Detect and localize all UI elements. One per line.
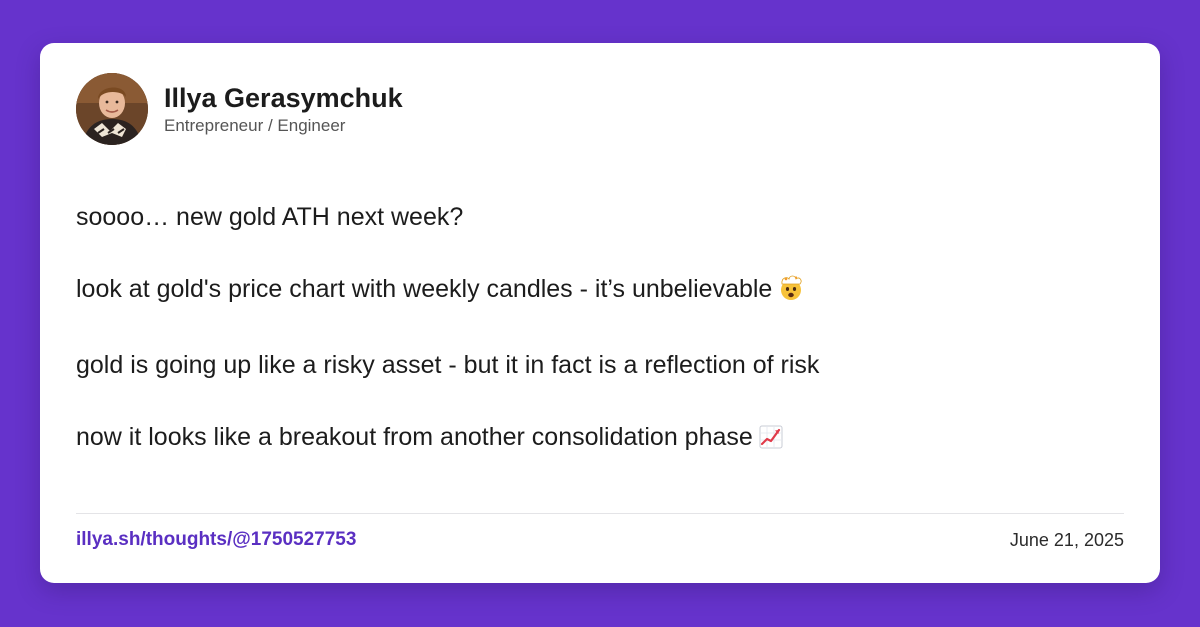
chart-increasing-icon — [759, 423, 783, 459]
post-line-text: soooo… new gold ATH next week? — [76, 203, 464, 231]
post-line: look at gold's price chart with weekly c… — [76, 271, 1116, 311]
post-body: soooo… new gold ATH next week? look at g… — [76, 199, 1116, 495]
post-line: soooo… new gold ATH next week? — [76, 199, 1116, 235]
post-footer: illya.sh/thoughts/@1750527753 June 21, 2… — [76, 529, 1124, 551]
post-line-text: gold is going up like a risky asset - bu… — [76, 351, 820, 379]
author-role: Entrepreneur / Engineer — [164, 115, 346, 135]
avatar[interactable] — [76, 73, 148, 145]
post-date: June 21, 2025 — [1009, 529, 1124, 550]
post-line: gold is going up like a risky asset - bu… — [76, 347, 1116, 383]
permalink-link[interactable]: illya.sh/thoughts/@1750527753 — [76, 529, 356, 551]
post-card: Illya Gerasymchuk Entrepreneur / Enginee… — [40, 43, 1160, 583]
author-header: Illya Gerasymchuk Entrepreneur / Enginee… — [76, 73, 403, 145]
author-name[interactable]: Illya Gerasymchuk — [164, 82, 403, 114]
post-line-text: look at gold's price chart with weekly c… — [76, 275, 773, 303]
author-info: Illya Gerasymchuk Entrepreneur / Enginee… — [164, 82, 403, 137]
post-line: now it looks like a breakout from anothe… — [76, 419, 1116, 459]
avatar-portrait-icon — [76, 73, 148, 145]
footer-divider — [76, 513, 1124, 514]
exploding-head-icon — [778, 275, 804, 311]
post-line-text: now it looks like a breakout from anothe… — [76, 423, 753, 451]
